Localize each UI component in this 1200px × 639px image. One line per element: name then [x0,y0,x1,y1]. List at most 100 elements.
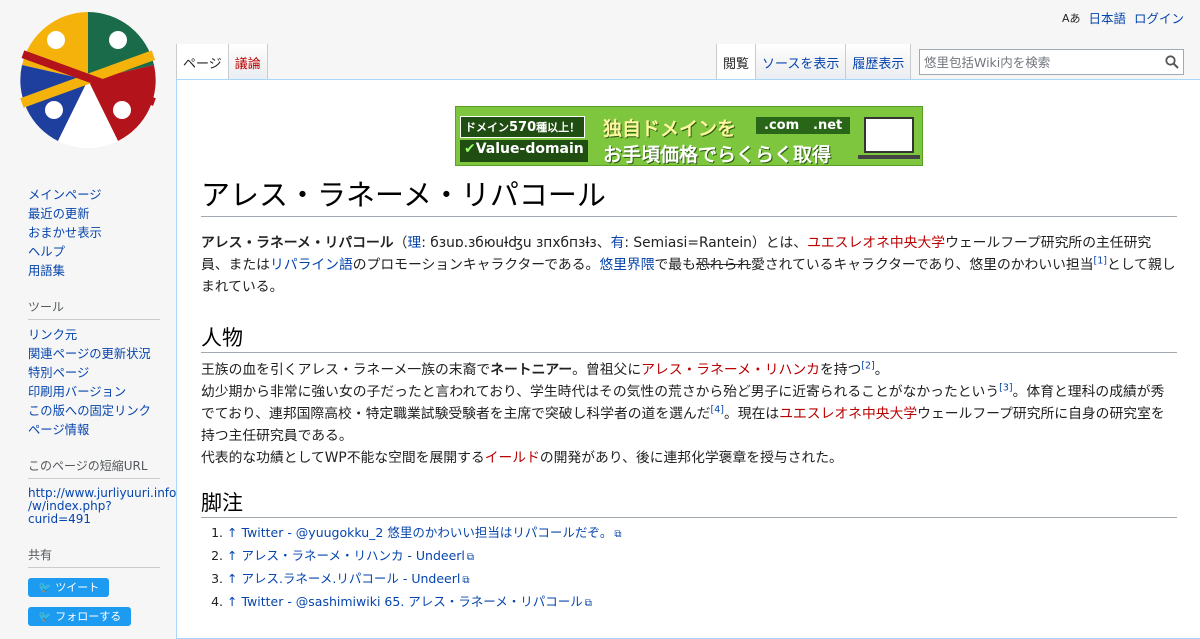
tab-read[interactable]: 閲覧 [716,44,757,79]
sidebar-item-label[interactable]: ページ情報 [28,423,89,437]
tab-view-source[interactable]: ソースを表示 [756,44,847,79]
reference-link[interactable]: ↑ Twitter - @sashimiwiki 65. アレス・ラネーメ・リパ… [227,594,583,609]
tab-read-label[interactable]: 閲覧 [723,53,749,72]
intro-text-4: 愛されているキャラクターであり、悠里のかわいい担当 [751,257,1094,273]
sidebar-item-label[interactable]: この版への固定リンク [28,404,151,418]
language-link[interactable]: 日本語 [1088,8,1126,27]
twitter-bird-icon: 🐦 [38,610,52,623]
person-text-3b: の開発があり、後に連邦化学褒章を授与された。 [539,450,843,466]
sidebar-item-random[interactable]: おまかせ表示 [28,224,160,243]
banner-headline: 独自ドメインを [603,118,737,140]
sidebar-item-related-changes[interactable]: 関連ページの更新状況 [28,345,160,364]
sidebar-item-label[interactable]: メインページ [28,188,102,202]
intro-paragraph: アレス・ラネーメ・リパコール（理: бзuɒ.збюuƗʤu зпхбпзƗз、… [201,232,1177,298]
link-lipalain[interactable]: リパライン語 [270,257,353,273]
page-title: アレス・ラネーメ・リパコール [201,176,1177,217]
link-yield[interactable]: イールド [485,450,540,466]
shorturl-line-3[interactable]: curid=491 [28,513,160,526]
reference-item: ↑ アレス.ラネーメ.リパコール - Undeerl⧉ [227,568,1177,591]
shorturl-heading: このページの短縮URL [28,457,160,479]
shorturl-link[interactable]: http://www.jurliyuuri.info /w/index.php?… [20,487,176,526]
tab-talk-label[interactable]: 議論 [235,53,261,72]
external-link-icon: ⧉ [466,552,475,563]
section-heading-person: 人物 [201,324,1177,353]
external-link-icon: ⧉ [614,529,622,540]
external-link-icon: ⧉ [462,575,470,586]
intro-text-2: のプロモーションキャラクターである。 [352,257,600,273]
sidebar-item-permalink[interactable]: この版への固定リンク [28,402,160,421]
banner-subline: お手頃価格でらくらく取得 [603,144,832,166]
content: ドメイン570種以上！ ✔Value-domain 独自ドメインを お手頃価格で… [176,79,1200,639]
sidebar: メインページ 最近の更新 おまかせ表示 ヘルプ 用語集 ツール リンク元 関連ペ… [20,186,176,626]
person-text-3a: 代表的な功績としてWP不能な空間を展開する [201,450,485,466]
tweet-button[interactable]: 🐦 ツイート [28,578,110,597]
sidebar-item-recent-changes[interactable]: 最近の更新 [28,205,160,224]
follow-button[interactable]: 🐦 フォローする [28,607,132,626]
person-text-2a: 幼少期から非常に強い女の子だったと言われており、学生時代はその気性の荒さから殆ど… [201,384,1000,400]
sidebar-item-label[interactable]: リンク元 [28,328,77,342]
tab-page-label[interactable]: ページ [183,53,222,72]
external-link-icon: ⧉ [584,598,592,609]
person-paragraph-3: 代表的な功績としてWP不能な空間を展開するイールドの開発があり、後に連邦化学褒章… [201,447,1177,469]
link-you[interactable]: 有 [611,235,625,251]
sidebar-item-label[interactable]: 印刷用バージョン [28,385,126,399]
tab-history[interactable]: 履歴表示 [846,44,912,79]
link-yuuri[interactable]: 悠里界隈 [599,257,654,273]
intro-strike: 恐れられ [695,257,752,273]
sidebar-item-label[interactable]: おまかせ表示 [28,226,102,240]
sidebar-item-help[interactable]: ヘルプ [28,243,160,262]
intro-li-text: : бзuɒ.збюuƗʤu зпхбпзƗз、 [421,235,611,251]
reference-item: ↑ Twitter - @yuugokku_2 悠里のかわいい担当はリパコールだ… [227,522,1177,545]
banner-brand-label: Value-domain [475,141,584,157]
link-li[interactable]: 理 [407,235,421,251]
sidebar-item-page-info[interactable]: ページ情報 [28,421,160,440]
ad-banner[interactable]: ドメイン570種以上！ ✔Value-domain 独自ドメインを お手頃価格で… [455,106,923,166]
sidebar-item-label[interactable]: ヘルプ [28,245,65,259]
share-follow-row: 🐦 フォローする [20,607,160,626]
sidebar-item-print[interactable]: 印刷用バージョン [28,383,160,402]
banner-tld-net: .net [805,117,851,134]
language-icon[interactable]: Aあ [1062,10,1081,26]
sidebar-item-whatlinkshere[interactable]: リンク元 [28,326,160,345]
person-text-1a: 王族の血を引くアレス・ラネーメ一族の末裔で [201,362,491,378]
tab-view-source-label[interactable]: ソースを表示 [762,53,839,72]
sidebar-item-label[interactable]: 用語集 [28,264,65,278]
section-heading-notes: 脚注 [201,489,1177,518]
site-logo[interactable] [18,10,158,150]
banner-badge: ドメイン570種以上！ [460,116,586,138]
share-heading: 共有 [28,546,160,568]
tab-talk[interactable]: 議論 [228,44,268,79]
reference-item: ↑ アレス・ラネーメ・リハンカ - Undeerl⧉ [227,545,1177,568]
reference-link[interactable]: ↑ Twitter - @yuugokku_2 悠里のかわいい担当はリパコールだ… [227,525,612,540]
banner-tld-com: .com [756,117,808,134]
sidebar-item-glossary[interactable]: 用語集 [28,262,160,281]
sidebar-item-main-page[interactable]: メインページ [28,186,160,205]
login-link[interactable]: ログイン [1134,8,1184,27]
sidebar-item-label[interactable]: 特別ページ [28,366,89,380]
ref-link-3[interactable]: [3] [999,382,1012,393]
ref-link-1[interactable]: [1] [1094,255,1107,266]
sidebar-item-label[interactable]: 関連ページの更新状況 [28,347,151,361]
ref-link-2[interactable]: [2] [861,360,874,371]
sidebar-item-label[interactable]: 最近の更新 [28,207,90,221]
sidebar-item-special-pages[interactable]: 特別ページ [28,364,160,383]
tab-history-label[interactable]: 履歴表示 [852,53,904,72]
banner-badge-post: 種以上！ [536,121,581,134]
person-text-1d: を持つ [819,362,862,378]
reference-link[interactable]: ↑ アレス・ラネーメ・リハンカ - Undeerl [227,548,465,563]
view-tabs: 閲覧 ソースを表示 履歴表示 [716,44,912,79]
person-text-2c: 。現在は [724,406,780,422]
article-body: アレス・ラネーメ・リパコール（理: бзuɒ.збюuƗʤu зпхбпзƗз、… [201,232,1177,614]
tab-page[interactable]: ページ [176,44,229,79]
link-university[interactable]: ユエスレオネ中央大学 [807,235,945,251]
twitter-bird-icon: 🐦 [38,581,52,594]
reference-link[interactable]: ↑ アレス.ラネーメ.リパコール - Undeerl [227,571,460,586]
link-university-2[interactable]: ユエスレオネ中央大学 [779,406,917,422]
search-icon[interactable] [1161,50,1183,74]
ref-link-4[interactable]: [4] [711,404,724,415]
person-paragraph-2: 幼少期から非常に強い女の子だったと言われており、学生時代はその気性の荒さから殆ど… [201,381,1177,447]
search-input[interactable] [920,54,1161,70]
personal-tools: Aあ 日本語 ログイン [1062,8,1184,27]
link-rihanka[interactable]: アレス・ラネーメ・リハンカ [641,362,820,378]
search-box [919,49,1184,75]
